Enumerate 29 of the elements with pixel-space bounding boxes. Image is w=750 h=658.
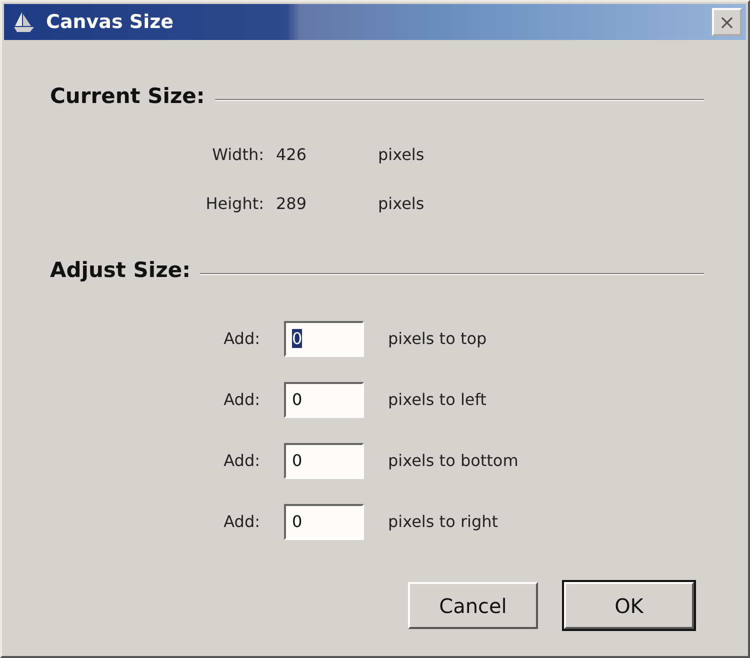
input-field[interactable]: 0 bbox=[284, 442, 364, 478]
unit-label: pixels bbox=[378, 145, 426, 164]
input-field[interactable]: 0 bbox=[284, 320, 364, 356]
input-field[interactable]: 0 bbox=[284, 382, 364, 418]
close-button[interactable]: × bbox=[712, 8, 742, 36]
field-text: 0 bbox=[292, 451, 302, 470]
unit-label: pixels to bottom bbox=[388, 451, 520, 470]
section-heading: Adjust Size: bbox=[50, 258, 190, 282]
field-label: Add: bbox=[222, 329, 260, 348]
field-label: Height: bbox=[204, 194, 264, 213]
unit-label: pixels to left bbox=[388, 390, 488, 409]
field-value: 426 bbox=[276, 145, 308, 164]
field-text: 0 bbox=[292, 390, 302, 409]
window-title: Canvas Size bbox=[46, 11, 175, 33]
field-label: Add: bbox=[222, 451, 260, 470]
boat-icon bbox=[12, 10, 36, 34]
field-label: Width: bbox=[211, 145, 264, 164]
field-label: Add: bbox=[222, 390, 260, 409]
ok-button[interactable]: OK bbox=[564, 582, 694, 629]
field-label: Add: bbox=[222, 512, 260, 531]
field-value: 289 bbox=[276, 194, 308, 213]
unit-label: pixels to right bbox=[388, 512, 500, 531]
input-field[interactable]: 0 bbox=[284, 504, 364, 540]
cancel-button[interactable]: Cancel bbox=[408, 582, 538, 629]
unit-label: pixels bbox=[378, 194, 426, 213]
field-text: 0 bbox=[292, 329, 302, 348]
field-text: 0 bbox=[292, 512, 302, 531]
unit-label: pixels to top bbox=[388, 329, 488, 348]
section-heading: Current Size: bbox=[50, 84, 205, 108]
